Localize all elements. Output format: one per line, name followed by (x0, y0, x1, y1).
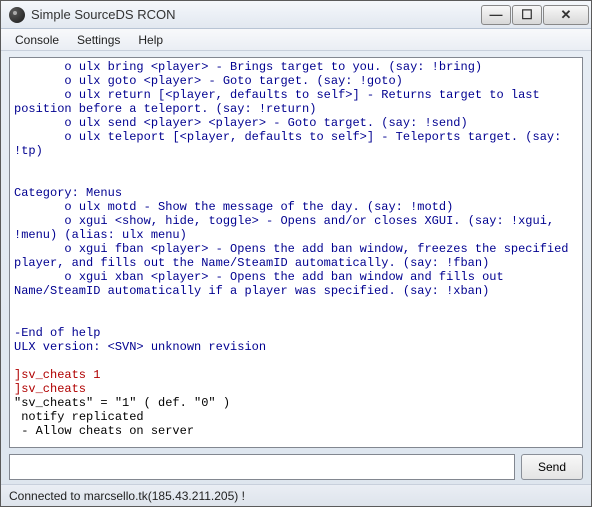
menu-console[interactable]: Console (7, 31, 67, 49)
status-text: Connected to marcsello.tk(185.43.211.205… (9, 489, 245, 503)
console-cmd1: ]sv_cheats 1 (14, 368, 100, 382)
titlebar[interactable]: Simple SourceDS RCON — ☐ ✕ (1, 1, 591, 29)
menu-help[interactable]: Help (130, 31, 171, 49)
app-window: Simple SourceDS RCON — ☐ ✕ Console Setti… (0, 0, 592, 507)
maximize-button[interactable]: ☐ (512, 5, 542, 25)
window-buttons: — ☐ ✕ (481, 5, 589, 25)
console-cmd2: ]sv_cheats (14, 382, 86, 396)
steam-icon (9, 7, 25, 23)
input-row: Send (9, 454, 583, 480)
send-button[interactable]: Send (521, 454, 583, 480)
close-button[interactable]: ✕ (543, 5, 589, 25)
command-input[interactable] (9, 454, 515, 480)
menu-bar: Console Settings Help (1, 29, 591, 51)
window-title: Simple SourceDS RCON (31, 7, 481, 22)
menu-settings[interactable]: Settings (69, 31, 128, 49)
console-output[interactable]: o ulx bring <player> - Brings target to … (9, 57, 583, 448)
status-bar: Connected to marcsello.tk(185.43.211.205… (1, 484, 591, 506)
minimize-button[interactable]: — (481, 5, 511, 25)
console-response: "sv_cheats" = "1" ( def. "0" ) notify re… (14, 396, 230, 438)
console-help-text: o ulx bring <player> - Brings target to … (14, 60, 576, 354)
client-area: o ulx bring <player> - Brings target to … (1, 51, 591, 484)
